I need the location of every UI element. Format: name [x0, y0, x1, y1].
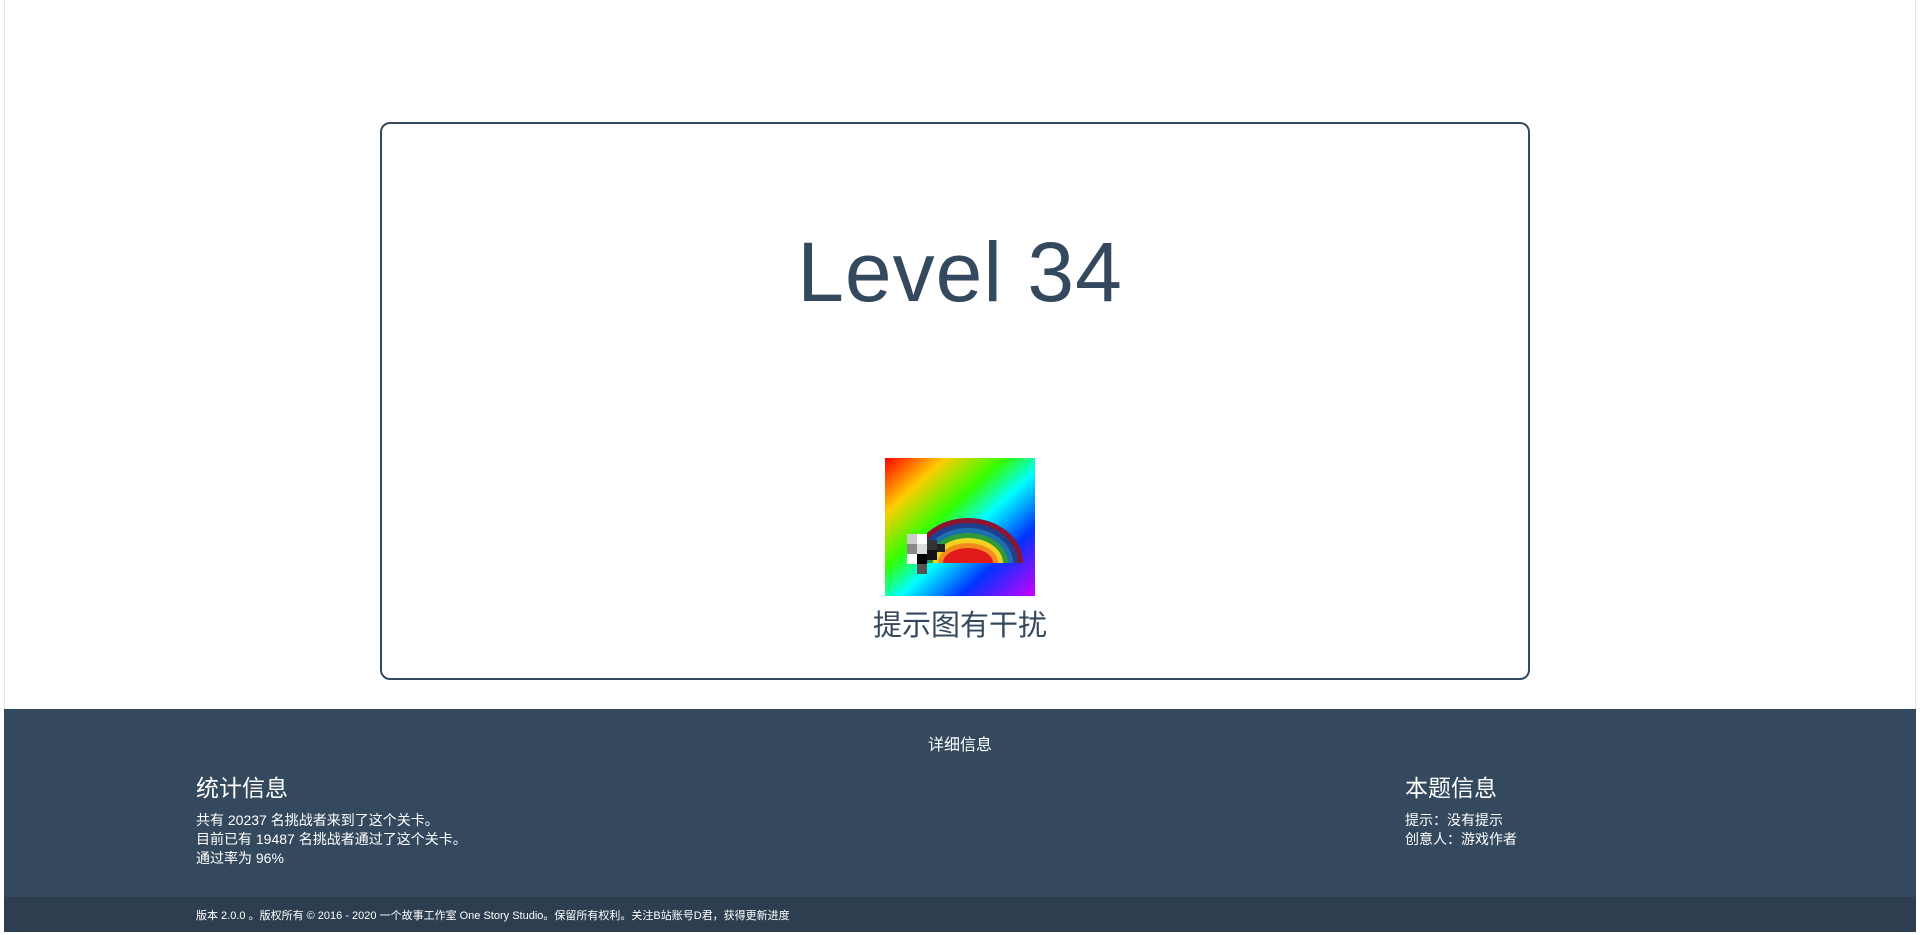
stats-line: 目前已有 19487 名挑战者通过了这个关卡。	[196, 831, 467, 847]
level-card	[380, 122, 1530, 680]
stats-line: 共有 20237 名挑战者来到了这个关卡。	[196, 812, 439, 828]
footer-details: 详细信息 统计信息 共有 20237 名挑战者来到了这个关卡。 目前已有 194…	[4, 709, 1916, 897]
level-title: Level 34	[797, 225, 1123, 319]
level-info-title: 本题信息	[1405, 775, 1497, 801]
stats-title: 统计信息	[196, 775, 288, 801]
stats-line: 通过率为 96%	[196, 850, 284, 866]
copyright-bar: 版本 2.0.0 。版权所有 © 2016 - 2020 一个故事工作室 One…	[4, 897, 1916, 932]
level-info-line: 创意人：游戏作者	[1405, 831, 1517, 847]
footer-heading: 详细信息	[927, 737, 992, 754]
level-info-line: 提示：没有提示	[1405, 812, 1503, 828]
level-info-section: 本题信息 提示：没有提示 创意人：游戏作者	[1405, 769, 1517, 849]
stats-section: 统计信息 共有 20237 名挑战者来到了这个关卡。 目前已有 19487 名挑…	[196, 769, 467, 868]
copyright-text: 版本 2.0.0 。版权所有 © 2016 - 2020 一个故事工作室 One…	[196, 910, 790, 922]
hint-caption: 提示图有干扰	[872, 610, 1047, 642]
hint-image[interactable]	[885, 458, 1035, 596]
